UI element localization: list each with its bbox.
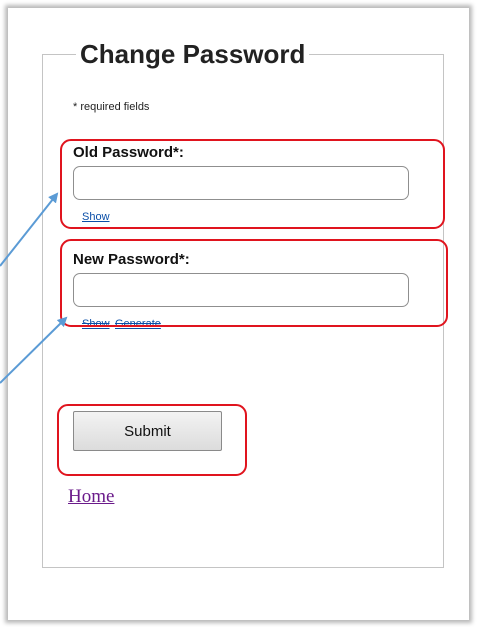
form-title: Change Password [76,37,310,71]
screenshot-stage: Change Password * required fields Old Pa… [0,0,477,627]
submit-button[interactable]: Submit [73,411,222,451]
old-password-input[interactable] [73,166,409,200]
old-password-label: Old Password*: [73,144,184,161]
new-password-generate-link[interactable]: Generate [115,318,161,330]
new-password-label: New Password*: [73,251,190,268]
required-fields-note: * required fields [73,101,150,113]
new-password-input[interactable] [73,273,409,307]
old-password-show-link[interactable]: Show [82,211,110,223]
home-link[interactable]: Home [68,486,114,508]
new-password-show-link[interactable]: Show [82,318,110,330]
